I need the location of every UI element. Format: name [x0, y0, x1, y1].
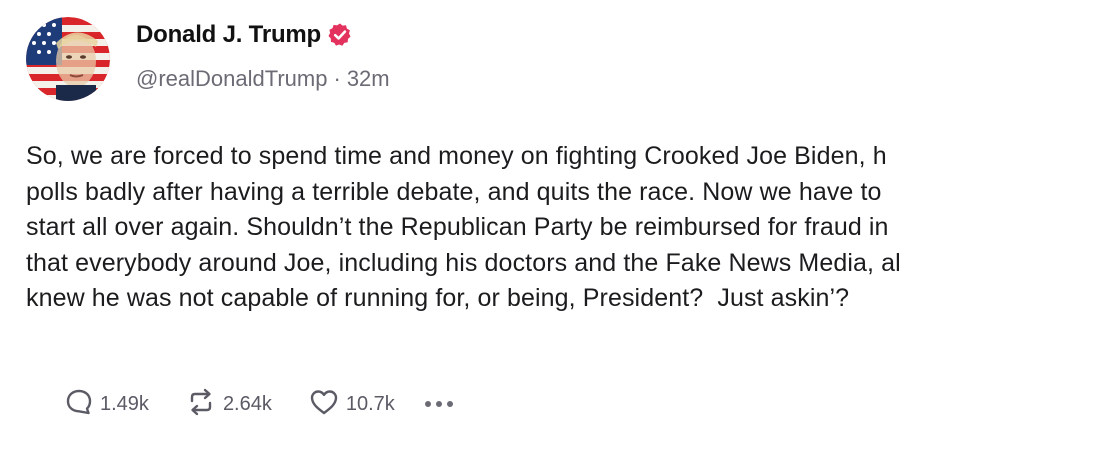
post-actions: 1.49k 2.64k 10.7k [64, 382, 458, 426]
reply-button[interactable]: 1.49k [64, 387, 149, 422]
author-meta: @realDonaldTrump · 32m [136, 66, 390, 92]
post-body-line: So, we are forced to spend time and mone… [26, 142, 887, 170]
author-display-name[interactable]: Donald J. Trump [136, 21, 321, 49]
avatar-image [26, 17, 110, 101]
more-dot [446, 401, 453, 407]
reply-count: 1.49k [100, 392, 149, 415]
retruth-icon [185, 387, 217, 422]
post-body: So, we are forced to spend time and mone… [26, 139, 1116, 317]
post-timestamp[interactable]: 32m [347, 66, 390, 91]
retruth-count: 2.64k [222, 392, 272, 415]
more-dot [435, 401, 442, 407]
reply-icon [64, 387, 94, 422]
avatar[interactable] [26, 17, 110, 101]
post-body-line: that everybody around Joe, including his… [26, 248, 901, 277]
author-handle[interactable]: @realDonaldTrump [136, 66, 327, 91]
retruth-button[interactable]: 2.64k [185, 387, 272, 422]
meta-separator: · [333, 66, 341, 91]
like-count: 10.7k [345, 392, 395, 415]
like-button[interactable]: 10.7k [308, 387, 395, 422]
post-body-line: polls badly after having a terrible deba… [26, 177, 882, 206]
post-card: Donald J. Trump @realDonaldTrump · 32m So,… [0, 0, 1116, 457]
more-options-icon[interactable] [424, 389, 458, 419]
author-name-row: Donald J. Trump [136, 17, 353, 53]
post-body-line: knew he was not capable of running for, … [26, 284, 850, 312]
verified-badge-icon [327, 22, 353, 48]
heart-icon [308, 387, 340, 422]
more-dot [424, 401, 431, 407]
post-body-line: start all over again. Shouldn’t the Repu… [26, 213, 889, 241]
